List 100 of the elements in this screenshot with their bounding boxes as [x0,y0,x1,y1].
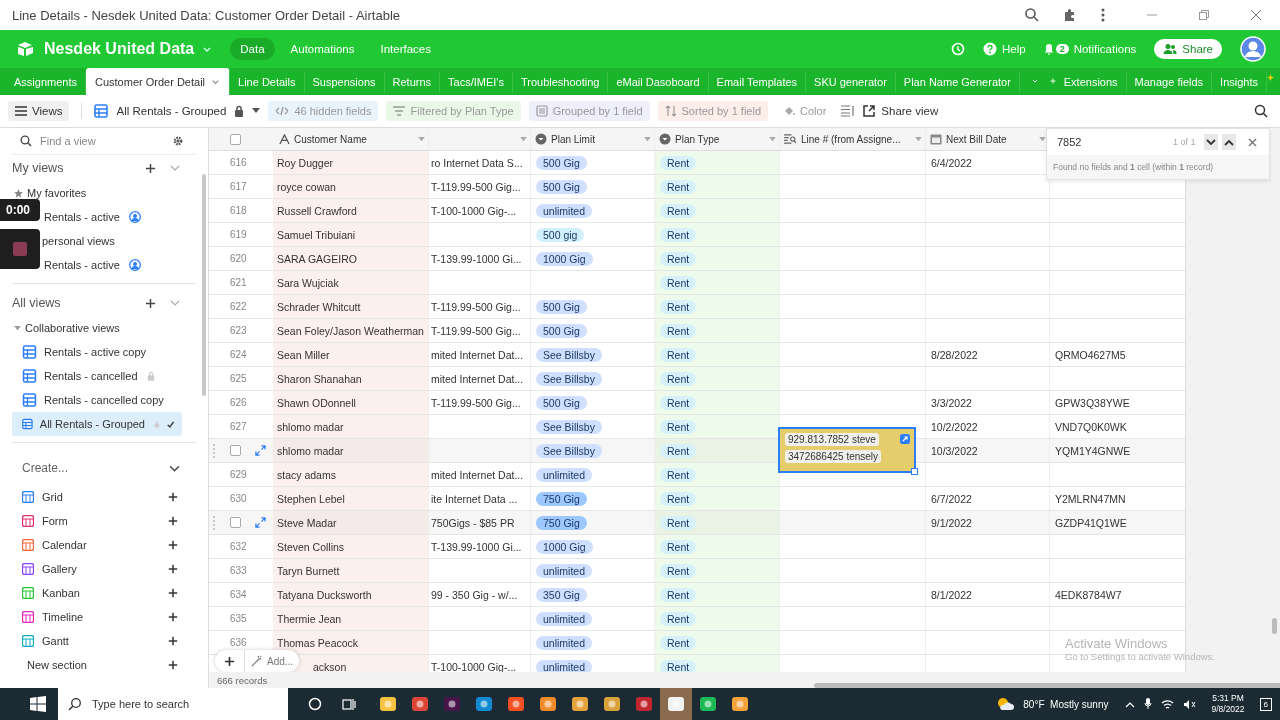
view-item[interactable]: Rentals - active copy [12,340,182,364]
table-cell: 99 - 350 Gig - w/... [431,588,518,601]
select-all-checkbox[interactable] [230,133,241,145]
add-icon[interactable] [168,540,178,550]
create-option[interactable]: Calendar [42,539,160,551]
group-label[interactable]: personal views [42,235,115,247]
search-icon[interactable] [1254,104,1268,118]
add-icon[interactable] [168,492,178,502]
create-option[interactable]: New section [22,659,160,671]
previous-match-button[interactable] [1221,134,1236,150]
share-button[interactable]: Share [1154,39,1222,59]
view-item[interactable]: All Rentals - Grouped [12,412,182,436]
clock-time[interactable]: 5:31 PM [1212,692,1244,704]
taskbar-search-input[interactable]: Type here to search [90,697,274,711]
row-number: 632 [230,541,247,552]
scrollbar[interactable] [814,683,1280,688]
add-icon[interactable] [168,588,178,598]
scrollbar[interactable] [1272,618,1277,634]
expand-icon[interactable] [255,445,266,456]
speaker-icon[interactable] [1183,698,1197,710]
add-icon[interactable] [168,612,178,622]
caret-icon[interactable] [252,108,261,114]
wifi-icon[interactable] [1161,698,1175,710]
table-cell: T-119.99-500 Gig... [431,180,521,193]
tag: 500 Gig [536,299,587,314]
row-height-icon[interactable] [841,105,856,117]
table-cell: mited Internet Dat... [431,468,524,481]
column-header[interactable]: Line # (from Assigne... [801,133,901,145]
zoom-icon[interactable] [1024,7,1040,23]
next-match-button[interactable] [1203,134,1218,150]
table-cell: 4EDK8784W7 [1055,588,1122,601]
search-field[interactable]: 7852 [1055,135,1169,149]
close-icon[interactable] [1247,137,1257,147]
restore-icon[interactable] [1198,9,1210,21]
view-item[interactable]: Rentals - active [42,205,182,229]
table-cell: Steven Collins [277,540,345,553]
text-field-icon [279,133,290,145]
find-view-input[interactable]: Find a view [38,134,162,148]
clock-date[interactable]: 9/8/2022 [1211,704,1245,716]
scrollbar[interactable] [202,174,206,396]
section-title[interactable]: Create... [12,461,155,475]
views-button[interactable]: Views [8,101,70,121]
group-label[interactable]: My favorites [27,187,87,199]
linked-record-chip[interactable]: 929.813.7852 steve [785,433,879,446]
table-cell: 10/2/2022 [931,420,978,433]
chevron-up-icon[interactable] [1125,700,1136,708]
match-count: 1 of 1 [1173,137,1196,147]
microphone-icon[interactable] [1144,698,1153,710]
table-cell: Sean Foley/Jason Weatherman [277,324,424,337]
drag-handle[interactable] [213,515,217,530]
column-header[interactable]: Next Bill Date [946,133,1007,145]
add-icon[interactable] [168,564,178,574]
kebab-menu-icon[interactable] [1100,7,1106,23]
table-cell: ackson [313,660,347,672]
view-switcher[interactable]: All Rentals - Grouped [116,105,227,117]
create-option[interactable]: Kanban [42,587,160,599]
column-header[interactable]: Customer Name [294,133,367,145]
table-tab[interactable]: Customer Order Detail [86,68,231,95]
settings-icon[interactable] [172,135,184,147]
create-option[interactable]: Form [42,515,160,527]
row-number: 621 [230,277,247,288]
weather-text[interactable]: 80°F Mostly sunny [1023,698,1109,710]
column-header[interactable]: Plan Limit [551,133,595,145]
row-number: 625 [230,373,247,384]
add-icon[interactable] [168,660,178,670]
view-item[interactable]: Rentals - active [42,253,182,277]
tag: Rent [660,491,697,506]
task-view-icon[interactable] [342,697,356,711]
taskbar-search-field[interactable]: Type here to search [58,688,288,720]
add-button[interactable]: Add... [245,650,300,672]
column-header[interactable]: Plan Type [675,133,720,145]
create-option[interactable]: Gallery [42,563,160,575]
create-option[interactable]: Gantt [42,635,160,647]
add-icon[interactable] [145,297,156,309]
add-icon[interactable] [168,636,178,646]
cortana-icon[interactable] [308,697,322,711]
avatar-icon[interactable] [1240,36,1266,62]
create-option[interactable]: Grid [42,491,160,503]
selected-cell[interactable]: 929.813.7852 steve 3472686425 tensely [778,427,916,473]
add-icon[interactable] [168,516,178,526]
close-icon[interactable] [1250,9,1262,21]
row-checkbox[interactable] [230,445,241,456]
view-item[interactable]: Rentals - cancelled [12,364,182,388]
drag-handle[interactable] [213,443,217,458]
group-label[interactable]: Collaborative views [25,322,120,334]
view-item[interactable]: Rentals - cancelled copy [12,388,182,412]
chevron-icon[interactable] [211,77,221,86]
table-cell: Sara Wujciak [277,276,339,289]
notification-badge[interactable]: 6 [1259,697,1272,711]
add-icon[interactable] [145,162,156,174]
tag: Rent [660,611,697,626]
expand-icon[interactable] [900,434,910,444]
start-icon[interactable] [30,696,46,712]
share-view-button[interactable]: Share view [863,105,939,117]
linked-record-chip[interactable]: 3472686425 tensely [785,450,882,463]
row-checkbox[interactable] [230,517,241,528]
create-option[interactable]: Timeline [42,611,160,623]
expand-icon[interactable] [255,517,266,528]
search-bar[interactable]: 7852 1 of 1 [1047,129,1269,155]
fill-handle[interactable] [911,468,918,475]
